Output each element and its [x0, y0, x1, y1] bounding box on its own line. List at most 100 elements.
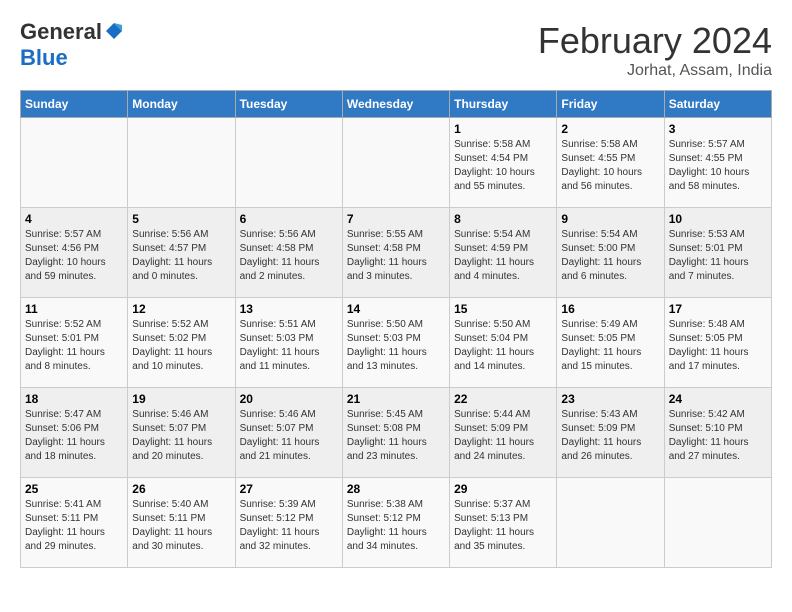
- day-number: 18: [25, 392, 123, 406]
- calendar-cell: 14 Sunrise: 5:50 AMSunset: 5:03 PMDayligh…: [342, 298, 449, 388]
- logo-icon: [104, 21, 124, 46]
- calendar-cell: 26 Sunrise: 5:40 AMSunset: 5:11 PMDayligh…: [128, 478, 235, 568]
- calendar-cell: 17 Sunrise: 5:48 AMSunset: 5:05 PMDayligh…: [664, 298, 771, 388]
- logo-blue: Blue: [20, 45, 68, 70]
- day-number: 13: [240, 302, 338, 316]
- day-number: 21: [347, 392, 445, 406]
- calendar-cell: 9 Sunrise: 5:54 AMSunset: 5:00 PMDaylight…: [557, 208, 664, 298]
- day-info: Sunrise: 5:53 AMSunset: 5:01 PMDaylight:…: [669, 228, 767, 284]
- calendar-cell: [21, 118, 128, 208]
- day-info: Sunrise: 5:38 AMSunset: 5:12 PMDaylight:…: [347, 498, 445, 554]
- day-number: 23: [561, 392, 659, 406]
- day-info: Sunrise: 5:45 AMSunset: 5:08 PMDaylight:…: [347, 408, 445, 464]
- month-title: February 2024: [538, 20, 772, 62]
- calendar-cell: 18 Sunrise: 5:47 AMSunset: 5:06 PMDayligh…: [21, 388, 128, 478]
- calendar-table: SundayMondayTuesdayWednesdayThursdayFrid…: [20, 90, 772, 568]
- calendar-cell: 3 Sunrise: 5:57 AMSunset: 4:55 PMDaylight…: [664, 118, 771, 208]
- calendar-cell: 19Sunrise: 5:46 AMSunset: 5:07 PMDayligh…: [128, 388, 235, 478]
- day-number: 16: [561, 302, 659, 316]
- calendar-cell: [557, 478, 664, 568]
- day-info: Sunrise: 5:37 AMSunset: 5:13 PMDaylight:…: [454, 498, 552, 554]
- day-number: 15: [454, 302, 552, 316]
- calendar-cell: 13 Sunrise: 5:51 AMSunset: 5:03 PMDayligh…: [235, 298, 342, 388]
- header-saturday: Saturday: [664, 91, 771, 118]
- day-number: 29: [454, 482, 552, 496]
- day-number: 24: [669, 392, 767, 406]
- day-info: Sunrise: 5:49 AMSunset: 5:05 PMDaylight:…: [561, 318, 659, 374]
- day-info: Sunrise: 5:56 AMSunset: 4:57 PMDaylight:…: [132, 228, 230, 284]
- calendar-cell: 10 Sunrise: 5:53 AMSunset: 5:01 PMDayligh…: [664, 208, 771, 298]
- calendar-cell: [342, 118, 449, 208]
- day-info: Sunrise: 5:43 AMSunset: 5:09 PMDaylight:…: [561, 408, 659, 464]
- calendar-week-4: 18 Sunrise: 5:47 AMSunset: 5:06 PMDayligh…: [21, 388, 772, 478]
- calendar-header-row: SundayMondayTuesdayWednesdayThursdayFrid…: [21, 91, 772, 118]
- day-number: 1: [454, 122, 552, 136]
- day-number: 3: [669, 122, 767, 136]
- day-info: Sunrise: 5:41 AMSunset: 5:11 PMDaylight:…: [25, 498, 123, 554]
- day-number: 17: [669, 302, 767, 316]
- day-number: 20: [240, 392, 338, 406]
- header-tuesday: Tuesday: [235, 91, 342, 118]
- calendar-week-2: 4 Sunrise: 5:57 AMSunset: 4:56 PMDaylight…: [21, 208, 772, 298]
- day-info: Sunrise: 5:42 AMSunset: 5:10 PMDaylight:…: [669, 408, 767, 464]
- calendar-week-1: 1 Sunrise: 5:58 AMSunset: 4:54 PMDaylight…: [21, 118, 772, 208]
- calendar-week-3: 11 Sunrise: 5:52 AMSunset: 5:01 PMDayligh…: [21, 298, 772, 388]
- day-number: 19: [132, 392, 230, 406]
- day-number: 9: [561, 212, 659, 226]
- day-info: Sunrise: 5:50 AMSunset: 5:03 PMDaylight:…: [347, 318, 445, 374]
- day-info: Sunrise: 5:56 AMSunset: 4:58 PMDaylight:…: [240, 228, 338, 284]
- day-number: 22: [454, 392, 552, 406]
- day-info: Sunrise: 5:54 AMSunset: 5:00 PMDaylight:…: [561, 228, 659, 284]
- day-number: 25: [25, 482, 123, 496]
- calendar-cell: 5 Sunrise: 5:56 AMSunset: 4:57 PMDaylight…: [128, 208, 235, 298]
- calendar-cell: 2Sunrise: 5:58 AMSunset: 4:55 PMDaylight…: [557, 118, 664, 208]
- day-info: Sunrise: 5:44 AMSunset: 5:09 PMDaylight:…: [454, 408, 552, 464]
- day-info: Sunrise: 5:52 AMSunset: 5:01 PMDaylight:…: [25, 318, 123, 374]
- day-info: Sunrise: 5:40 AMSunset: 5:11 PMDaylight:…: [132, 498, 230, 554]
- day-number: 8: [454, 212, 552, 226]
- calendar-cell: [235, 118, 342, 208]
- day-info: Sunrise: 5:50 AMSunset: 5:04 PMDaylight:…: [454, 318, 552, 374]
- calendar-cell: 15 Sunrise: 5:50 AMSunset: 5:04 PMDayligh…: [450, 298, 557, 388]
- header-sunday: Sunday: [21, 91, 128, 118]
- calendar-cell: 11 Sunrise: 5:52 AMSunset: 5:01 PMDayligh…: [21, 298, 128, 388]
- calendar-cell: 16 Sunrise: 5:49 AMSunset: 5:05 PMDayligh…: [557, 298, 664, 388]
- header-thursday: Thursday: [450, 91, 557, 118]
- calendar-cell: 21 Sunrise: 5:45 AMSunset: 5:08 PMDayligh…: [342, 388, 449, 478]
- calendar-cell: 28Sunrise: 5:38 AMSunset: 5:12 PMDayligh…: [342, 478, 449, 568]
- header-wednesday: Wednesday: [342, 91, 449, 118]
- day-number: 5: [132, 212, 230, 226]
- calendar-cell: [128, 118, 235, 208]
- calendar-cell: 4 Sunrise: 5:57 AMSunset: 4:56 PMDaylight…: [21, 208, 128, 298]
- day-info: Sunrise: 5:51 AMSunset: 5:03 PMDaylight:…: [240, 318, 338, 374]
- day-info: Sunrise: 5:57 AMSunset: 4:56 PMDaylight:…: [25, 228, 123, 284]
- day-number: 27: [240, 482, 338, 496]
- day-number: 4: [25, 212, 123, 226]
- day-number: 14: [347, 302, 445, 316]
- day-info: Sunrise: 5:48 AMSunset: 5:05 PMDaylight:…: [669, 318, 767, 374]
- day-info: Sunrise: 5:57 AMSunset: 4:55 PMDaylight:…: [669, 138, 767, 194]
- day-number: 10: [669, 212, 767, 226]
- header-friday: Friday: [557, 91, 664, 118]
- day-number: 11: [25, 302, 123, 316]
- day-info: Sunrise: 5:58 AMSunset: 4:54 PMDaylight:…: [454, 138, 552, 194]
- day-number: 26: [132, 482, 230, 496]
- calendar-cell: 22 Sunrise: 5:44 AMSunset: 5:09 PMDayligh…: [450, 388, 557, 478]
- day-info: Sunrise: 5:54 AMSunset: 4:59 PMDaylight:…: [454, 228, 552, 284]
- calendar-cell: 25 Sunrise: 5:41 AMSunset: 5:11 PMDayligh…: [21, 478, 128, 568]
- calendar-cell: 1 Sunrise: 5:58 AMSunset: 4:54 PMDaylight…: [450, 118, 557, 208]
- header-monday: Monday: [128, 91, 235, 118]
- title-block: February 2024 Jorhat, Assam, India: [538, 20, 772, 80]
- calendar-cell: 20Sunrise: 5:46 AMSunset: 5:07 PMDayligh…: [235, 388, 342, 478]
- day-info: Sunrise: 5:47 AMSunset: 5:06 PMDaylight:…: [25, 408, 123, 464]
- calendar-cell: 7Sunrise: 5:55 AMSunset: 4:58 PMDaylight…: [342, 208, 449, 298]
- logo-general: General: [20, 19, 102, 44]
- calendar-cell: 12 Sunrise: 5:52 AMSunset: 5:02 PMDayligh…: [128, 298, 235, 388]
- day-info: Sunrise: 5:52 AMSunset: 5:02 PMDaylight:…: [132, 318, 230, 374]
- day-info: Sunrise: 5:39 AMSunset: 5:12 PMDaylight:…: [240, 498, 338, 554]
- calendar-cell: [664, 478, 771, 568]
- calendar-cell: 6Sunrise: 5:56 AMSunset: 4:58 PMDaylight…: [235, 208, 342, 298]
- calendar-cell: 24 Sunrise: 5:42 AMSunset: 5:10 PMDayligh…: [664, 388, 771, 478]
- day-number: 12: [132, 302, 230, 316]
- day-number: 7: [347, 212, 445, 226]
